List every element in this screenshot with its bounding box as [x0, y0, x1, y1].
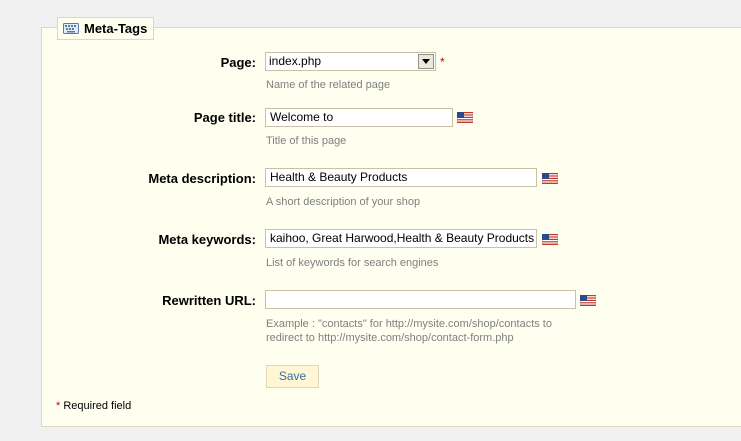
page-hint: Name of the related page — [266, 79, 391, 91]
fieldset-legend: Meta-Tags — [57, 17, 155, 40]
meta-description-label: Meta description: — [148, 171, 256, 186]
page-title-hint: Title of this page — [266, 135, 347, 147]
meta-keywords-label: Meta keywords: — [158, 232, 256, 247]
us-flag-icon[interactable] — [541, 233, 559, 246]
meta-description-input[interactable]: Health & Beauty Products — [265, 168, 537, 187]
required-mark: * — [440, 55, 445, 69]
page-title-input[interactable]: Welcome to — [265, 108, 453, 127]
keyboard-icon — [63, 23, 79, 34]
rewritten-url-label: Rewritten URL: — [162, 293, 256, 308]
page-label: Page: — [220, 55, 256, 70]
us-flag-icon[interactable] — [456, 111, 474, 124]
meta-keywords-hint: List of keywords for search engines — [266, 257, 439, 269]
save-button[interactable]: Save — [266, 365, 319, 388]
required-field-note: * Required field — [56, 400, 131, 412]
meta-tags-fieldset — [41, 27, 741, 427]
us-flag-icon[interactable] — [541, 172, 559, 185]
page-title-label: Page title: — [193, 110, 256, 125]
chevron-down-icon[interactable] — [418, 54, 434, 69]
page-select-value: index.php — [269, 54, 322, 68]
page-select[interactable]: index.php — [265, 52, 436, 71]
rewritten-url-hint-line1: Example : "contacts" for http://mysite.c… — [266, 318, 552, 330]
rewritten-url-input[interactable] — [265, 290, 576, 309]
meta-description-hint: A short description of your shop — [266, 196, 421, 208]
fieldset-title: Meta-Tags — [84, 21, 148, 36]
rewritten-url-hint: Example : "contacts" for http://mysite.c… — [266, 317, 552, 345]
us-flag-icon[interactable] — [579, 294, 597, 307]
page-margin — [0, 0, 28, 441]
meta-keywords-input[interactable]: kaihoo, Great Harwood,Health & Beauty Pr… — [265, 229, 537, 248]
rewritten-url-hint-line2: redirect to http://mysite.com/shop/conta… — [266, 332, 514, 344]
required-note-text: Required field — [60, 400, 132, 412]
